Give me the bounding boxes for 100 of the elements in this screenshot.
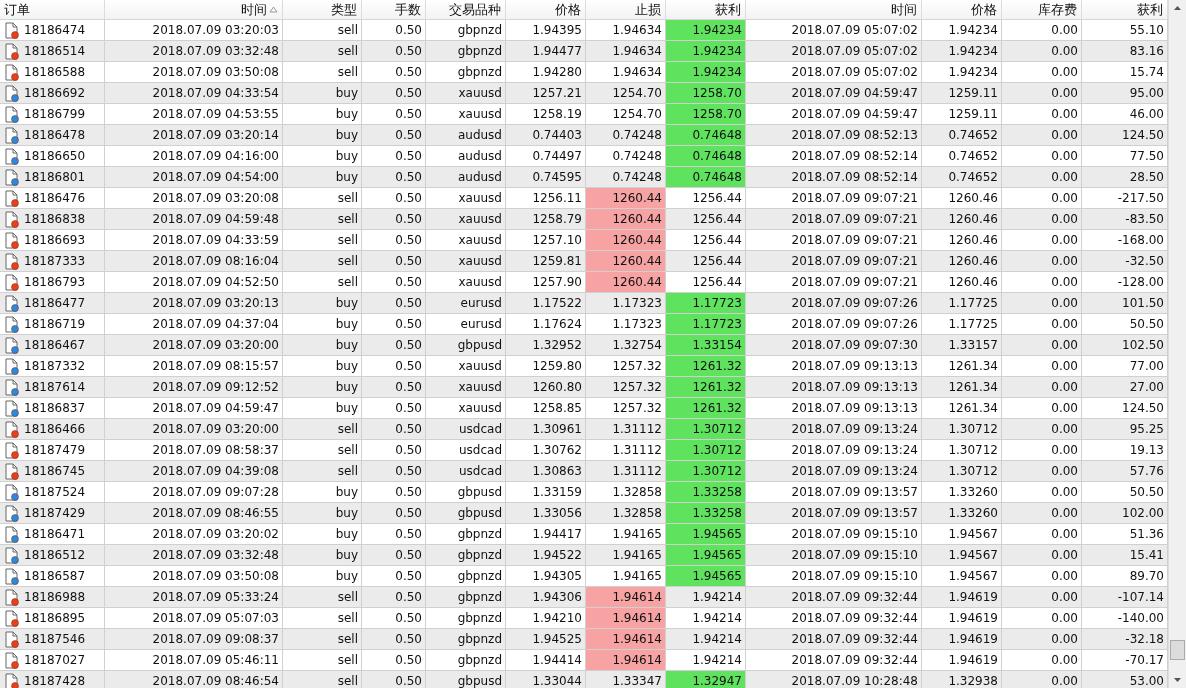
table-cell: 0.00	[1002, 671, 1082, 688]
table-row[interactable]: 18187027 2018.07.09 05:46:11 sell 0.50 gbpnzd 1.94414 1.94614 1.94214 2018.07.09 09:32:44 1.94619 0.00 -70.17	[0, 650, 1168, 671]
table-cell: 1.17723	[666, 293, 746, 314]
table-row[interactable]: 18186471 2018.07.09 03:20:02 buy 0.50 gbpnzd 1.94417 1.94165 1.94565 2018.07.09 09:15:10 1.94567 0.00 51.36	[0, 524, 1168, 545]
order-number: 18186512	[24, 548, 86, 562]
table-cell: 1.30712	[666, 461, 746, 482]
table-row[interactable]: 18186692 2018.07.09 04:33:54 buy 0.50 xauusd 1257.21 1254.70 1258.70 2018.07.09 04:59:47 1259.11 0.00 95.00	[0, 83, 1168, 104]
table-row[interactable]: 18186793 2018.07.09 04:52:50 sell 0.50 xauusd 1257.90 1260.44 1256.44 2018.07.09 09:07:21 1260.46 0.00 -128.00	[0, 272, 1168, 293]
table-row[interactable]: 18186895 2018.07.09 05:07:03 sell 0.50 gbpnzd 1.94210 1.94614 1.94214 2018.07.09 09:32:44 1.94619 0.00 -140.00	[0, 608, 1168, 629]
table-row[interactable]: 18186693 2018.07.09 04:33:59 sell 0.50 xauusd 1257.10 1260.44 1256.44 2018.07.09 09:07:21 1260.46 0.00 -168.00	[0, 230, 1168, 251]
column-header[interactable]: 价格	[506, 0, 586, 19]
order-number: 18186988	[24, 590, 86, 604]
order-number: 18186471	[24, 527, 86, 541]
order-number: 18186588	[24, 65, 86, 79]
order-number: 18187428	[24, 674, 86, 688]
table-row[interactable]: 18187429 2018.07.09 08:46:55 buy 0.50 gbpusd 1.33056 1.32858 1.33258 2018.07.09 09:13:57 1.33260 0.00 102.00	[0, 503, 1168, 524]
column-header[interactable]: 交易品种	[426, 0, 506, 19]
table-row[interactable]: 18186650 2018.07.09 04:16:00 buy 0.50 audusd 0.74497 0.74248 0.74648 2018.07.09 08:52:14 0.74652 0.00 77.50	[0, 146, 1168, 167]
table-cell: sell	[283, 671, 362, 688]
table-cell: 1.94565	[666, 566, 746, 587]
table-cell: 0.74648	[666, 146, 746, 167]
table-cell: 1260.44	[586, 188, 666, 209]
table-cell: 1.94565	[666, 524, 746, 545]
order-number: 18186793	[24, 275, 86, 289]
table-row[interactable]: 18186512 2018.07.09 03:32:48 buy 0.50 gbpnzd 1.94522 1.94165 1.94565 2018.07.09 09:15:10 1.94567 0.00 15.41	[0, 545, 1168, 566]
table-row[interactable]: 18186745 2018.07.09 04:39:08 sell 0.50 usdcad 1.30863 1.31112 1.30712 2018.07.09 09:13:24 1.30712 0.00 57.76	[0, 461, 1168, 482]
table-row[interactable]: 18187524 2018.07.09 09:07:28 buy 0.50 gbpusd 1.33159 1.32858 1.33258 2018.07.09 09:13:57 1.33260 0.00 50.50	[0, 482, 1168, 503]
table-cell: 1.30712	[666, 419, 746, 440]
order-number: 18187479	[24, 443, 86, 457]
column-header[interactable]: 时间	[105, 0, 283, 19]
table-row[interactable]: 18186476 2018.07.09 03:20:08 sell 0.50 xauusd 1256.11 1260.44 1256.44 2018.07.09 09:07:21 1260.46 0.00 -217.50	[0, 188, 1168, 209]
table-cell: 1.32947	[666, 671, 746, 688]
table-row[interactable]: 18187546 2018.07.09 09:08:37 sell 0.50 gbpnzd 1.94525 1.94614 1.94214 2018.07.09 09:32:44 1.94619 0.00 -32.18	[0, 629, 1168, 650]
order-number: 18186650	[24, 149, 86, 163]
table-row[interactable]: 18186799 2018.07.09 04:53:55 buy 0.50 xauusd 1258.19 1254.70 1258.70 2018.07.09 04:59:47 1259.11 0.00 46.00	[0, 104, 1168, 125]
order-number: 18187332	[24, 359, 86, 373]
order-number: 18186838	[24, 212, 86, 226]
table-row[interactable]: 18186587 2018.07.09 03:50:08 buy 0.50 gbpnzd 1.94305 1.94165 1.94565 2018.07.09 09:15:10 1.94567 0.00 89.70	[0, 566, 1168, 587]
table-cell: 1260.44	[586, 272, 666, 293]
order-number: 18187524	[24, 485, 86, 499]
column-header[interactable]: 价格	[922, 0, 1002, 19]
table-cell: 1.33044	[506, 671, 586, 688]
scroll-thumb[interactable]	[1170, 640, 1185, 660]
table-row[interactable]: 18186466 2018.07.09 03:20:00 sell 0.50 usdcad 1.30961 1.31112 1.30712 2018.07.09 09:13:24 1.30712 0.00 95.25	[0, 419, 1168, 440]
table-row[interactable]: 18186719 2018.07.09 04:37:04 buy 0.50 eurusd 1.17624 1.17323 1.17723 2018.07.09 09:07:26 1.17725 0.00 50.50	[0, 314, 1168, 335]
column-header[interactable]: 获利	[666, 0, 746, 19]
column-header[interactable]: 类型	[283, 0, 362, 19]
table-cell: 1261.32	[666, 356, 746, 377]
order-number: 18187429	[24, 506, 86, 520]
scrollbar[interactable]	[1168, 0, 1186, 688]
order-number: 18187546	[24, 632, 86, 646]
table-row[interactable]: 18186474 2018.07.09 03:20:03 sell 0.50 gbpnzd 1.94395 1.94634 1.94234 2018.07.09 05:07:02 1.94234 0.00 55.10	[0, 20, 1168, 41]
table-cell: 1.94565	[666, 545, 746, 566]
column-header[interactable]: 时间	[746, 0, 922, 19]
table-cell: 1.30712	[666, 440, 746, 461]
order-number: 18186692	[24, 86, 86, 100]
column-header[interactable]: 订单	[0, 0, 105, 19]
order-number: 18187614	[24, 380, 86, 394]
table-cell: 1260.44	[586, 230, 666, 251]
column-header[interactable]: 手数	[362, 0, 426, 19]
table-row[interactable]: 18186837 2018.07.09 04:59:47 buy 0.50 xauusd 1258.85 1257.32 1261.32 2018.07.09 09:13:13 1261.34 0.00 124.50	[0, 398, 1168, 419]
table-row[interactable]: 18186467 2018.07.09 03:20:00 buy 0.50 gbpusd 1.32952 1.32754 1.33154 2018.07.09 09:07:30 1.33157 0.00 102.50	[0, 335, 1168, 356]
order-number: 18186467	[24, 338, 86, 352]
table-row[interactable]: 18187479 2018.07.09 08:58:37 sell 0.50 usdcad 1.30762 1.31112 1.30712 2018.07.09 09:13:24 1.30712 0.00 19.13	[0, 440, 1168, 461]
table-cell: 1260.44	[586, 209, 666, 230]
order-number: 18186587	[24, 569, 86, 583]
table-row[interactable]: 18186588 2018.07.09 03:50:08 sell 0.50 gbpnzd 1.94280 1.94634 1.94234 2018.07.09 05:07:02 1.94234 0.00 15.74	[0, 62, 1168, 83]
table-row[interactable]: 18187333 2018.07.09 08:16:04 sell 0.50 xauusd 1259.81 1260.44 1256.44 2018.07.09 09:07:21 1260.46 0.00 -32.50	[0, 251, 1168, 272]
table-cell: 1.94614	[586, 608, 666, 629]
table-cell: 1.32938	[922, 671, 1002, 688]
table-cell: 1258.70	[666, 83, 746, 104]
column-header[interactable]: 库存费	[1002, 0, 1082, 19]
order-number: 18186745	[24, 464, 86, 478]
table-cell: 0.74648	[666, 167, 746, 188]
order-number: 18186801	[24, 170, 86, 184]
table-row[interactable]: 18186801 2018.07.09 04:54:00 buy 0.50 audusd 0.74595 0.74248 0.74648 2018.07.09 08:52:14 0.74652 0.00 28.50	[0, 167, 1168, 188]
order-number: 18186474	[24, 23, 86, 37]
order-number: 18186895	[24, 611, 86, 625]
column-header[interactable]: 止损	[586, 0, 666, 19]
table-row[interactable]: 18186514 2018.07.09 03:32:48 sell 0.50 gbpnzd 1.94477 1.94634 1.94234 2018.07.09 05:07:02 1.94234 0.00 83.16	[0, 41, 1168, 62]
table-cell: 0.74648	[666, 125, 746, 146]
table-row[interactable]: 18187428 2018.07.09 08:46:54 sell 0.50 gbpusd 1.33044 1.33347 1.32947 2018.07.09 10:28:48 1.32938 0.00 53.00	[0, 671, 1168, 688]
table-cell: 1.94614	[586, 587, 666, 608]
table-row[interactable]: 18187332 2018.07.09 08:15:57 buy 0.50 xauusd 1259.80 1257.32 1261.32 2018.07.09 09:13:13 1261.34 0.00 77.00	[0, 356, 1168, 377]
order-number: 18186466	[24, 422, 86, 436]
table-cell: gbpusd	[426, 671, 506, 688]
table-cell: 1261.32	[666, 398, 746, 419]
table-cell: 1.33258	[666, 503, 746, 524]
order-number: 18186476	[24, 191, 86, 205]
table-row[interactable]: 18186988 2018.07.09 05:33:24 sell 0.50 gbpnzd 1.94306 1.94614 1.94214 2018.07.09 09:32:44 1.94619 0.00 -107.14	[0, 587, 1168, 608]
table-row[interactable]: 18186838 2018.07.09 04:59:48 sell 0.50 xauusd 1258.79 1260.44 1256.44 2018.07.09 09:07:21 1260.46 0.00 -83.50	[0, 209, 1168, 230]
table-row[interactable]: 18186478 2018.07.09 03:20:14 buy 0.50 audusd 0.74403 0.74248 0.74648 2018.07.09 08:52:13 0.74652 0.00 124.50	[0, 125, 1168, 146]
table-cell: 1.94614	[586, 650, 666, 671]
table-row[interactable]: 18187614 2018.07.09 09:12:52 buy 0.50 xauusd 1260.80 1257.32 1261.32 2018.07.09 09:13:13 1261.34 0.00 27.00	[0, 377, 1168, 398]
order-number: 18186799	[24, 107, 86, 121]
order-number: 18186719	[24, 317, 86, 331]
table-cell: 1260.44	[586, 251, 666, 272]
order-number: 18186837	[24, 401, 86, 415]
table-row[interactable]: 18186477 2018.07.09 03:20:13 buy 0.50 eurusd 1.17522 1.17323 1.17723 2018.07.09 09:07:26 1.17725 0.00 101.50	[0, 293, 1168, 314]
table-cell: 1.33154	[666, 335, 746, 356]
